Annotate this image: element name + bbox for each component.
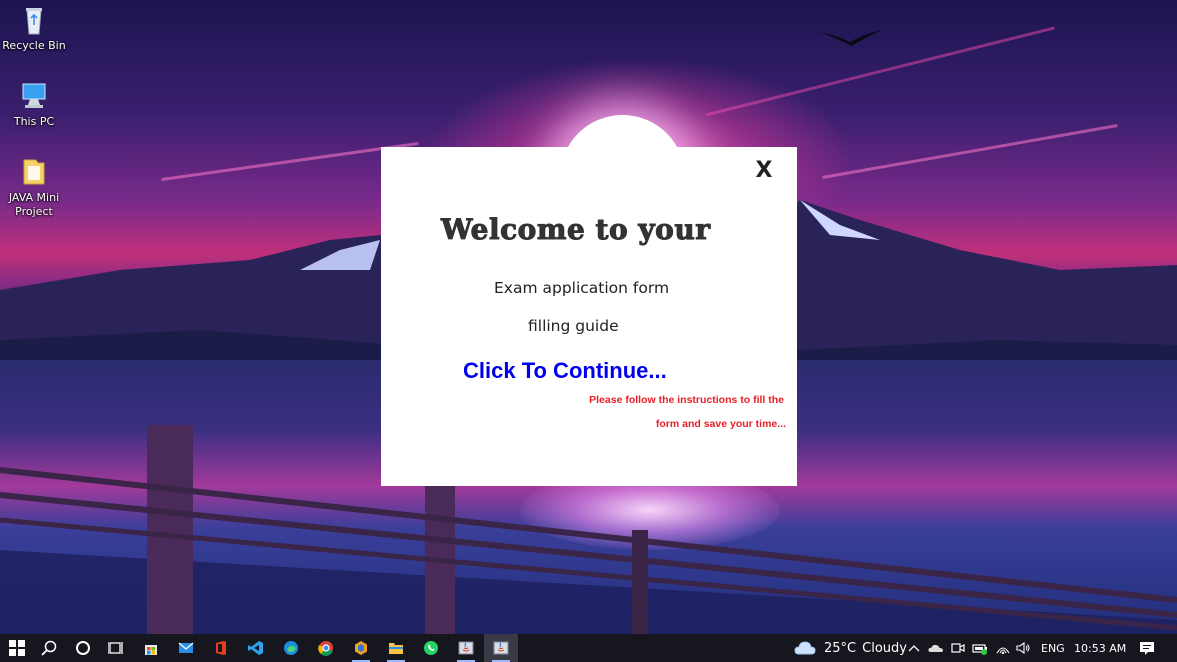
welcome-title: Welcome to your (441, 213, 711, 247)
instruction-note-line-1: Please follow the instructions to fill t… (589, 394, 784, 406)
file-explorer-icon (389, 643, 403, 654)
java-app-active-icon (493, 641, 509, 655)
meet-now-icon[interactable] (950, 640, 966, 656)
taskbar: 25°C Cloudy ENG 10:53 AM (0, 634, 1177, 662)
desktop-icon-recycle-bin[interactable]: Recycle Bin (0, 4, 68, 53)
task-view-icon (108, 642, 123, 654)
welcome-dialog: X Welcome to your Exam application form … (381, 147, 797, 486)
whatsapp-button[interactable] (414, 634, 448, 662)
clock[interactable]: 10:53 AM (1074, 634, 1126, 662)
java-button[interactable] (449, 634, 483, 662)
mail-button[interactable] (169, 634, 203, 662)
file-explorer-button[interactable] (379, 634, 413, 662)
store-icon (145, 645, 157, 655)
cloud-streak (822, 123, 1118, 180)
volume-icon[interactable] (1015, 640, 1031, 656)
office-button[interactable] (204, 634, 238, 662)
desktop-icon-label: JAVA Mini Project (8, 191, 60, 218)
onedrive-icon[interactable] (928, 640, 944, 656)
this-pc-icon (16, 80, 52, 112)
search-icon (41, 640, 57, 656)
store-button[interactable] (134, 634, 168, 662)
desktop-icon-java-mini-project[interactable]: JAVA Mini Project (0, 156, 68, 219)
wifi-icon[interactable] (995, 640, 1011, 656)
mail-icon (178, 642, 194, 653)
java-icon (458, 641, 474, 655)
start-button[interactable] (0, 634, 34, 662)
search-button[interactable] (32, 634, 66, 662)
cortana-icon (76, 641, 90, 655)
chrome-button[interactable] (309, 634, 343, 662)
instruction-note-line-2: form and save your time... (655, 418, 786, 430)
subtitle-line-2: filling guide (528, 317, 619, 335)
task-view-button[interactable] (99, 634, 133, 662)
close-button[interactable]: X (751, 158, 777, 184)
continue-link[interactable]: Click To Continue... (463, 358, 667, 384)
start-icon (9, 640, 25, 656)
cloud-icon (794, 641, 816, 655)
weather-widget[interactable]: 25°C Cloudy (794, 634, 907, 662)
subtitle-line-1: Exam application form (494, 279, 670, 297)
vscode-icon (248, 641, 263, 655)
desktop-icon-label: Recycle Bin (2, 39, 66, 52)
weather-temperature: 25°C (824, 640, 857, 656)
java-app-active-button[interactable] (484, 634, 518, 662)
bird (820, 30, 882, 46)
vscode-button[interactable] (239, 634, 273, 662)
desktop-icon-label: This PC (13, 115, 55, 128)
notification-icon[interactable] (1139, 640, 1155, 656)
chevron-up-icon[interactable] (906, 640, 922, 656)
edge-icon (284, 641, 298, 655)
language-indicator[interactable]: ENG (1041, 634, 1065, 662)
weather-condition: Cloudy (862, 640, 907, 656)
folder-icon (16, 156, 52, 188)
whatsapp-icon (424, 641, 438, 655)
chrome-icon (318, 641, 333, 656)
edge-button[interactable] (274, 634, 308, 662)
battery-icon[interactable] (972, 640, 988, 656)
office-icon (216, 641, 226, 655)
recycle-bin-icon (16, 4, 52, 36)
app-button[interactable] (344, 634, 378, 662)
app-icon (355, 641, 367, 655)
cortana-button[interactable] (66, 634, 100, 662)
desktop-icon-this-pc[interactable]: This PC (0, 80, 68, 129)
